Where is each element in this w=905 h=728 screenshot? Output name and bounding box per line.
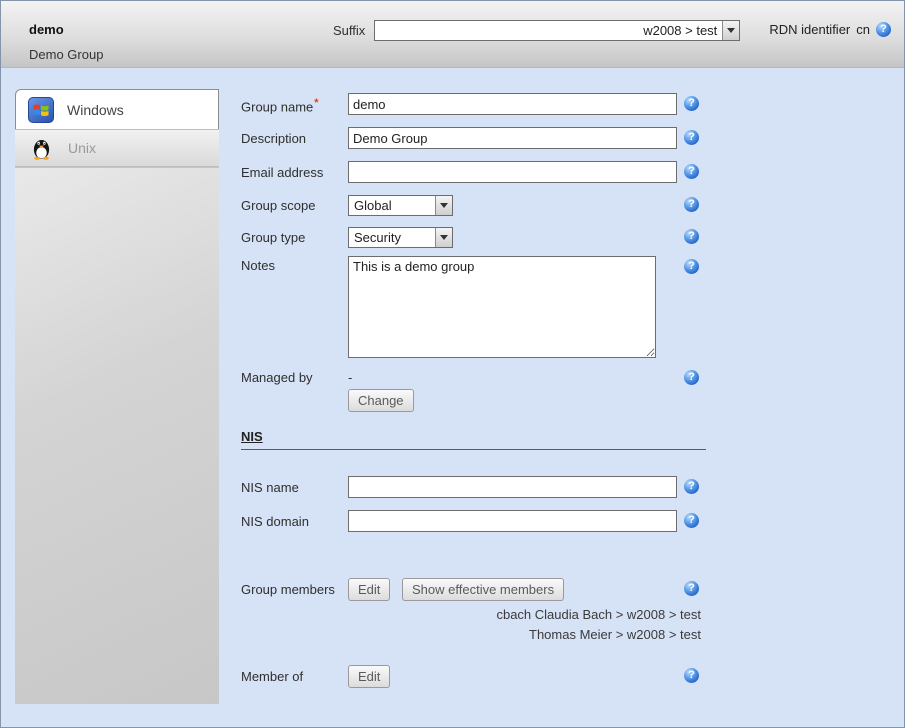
member-of-edit-button[interactable]: Edit [348, 665, 390, 688]
help-icon-rdn[interactable]: ? [876, 22, 891, 37]
tab-unix[interactable]: Unix [15, 129, 219, 167]
description-label: Description [241, 131, 306, 146]
group-name-input[interactable] [348, 93, 677, 115]
email-label: Email address [241, 165, 323, 180]
description-input[interactable] [348, 127, 677, 149]
nis-name-label: NIS name [241, 480, 299, 495]
tux-icon [27, 134, 55, 162]
help-icon-managed-by[interactable]: ? [684, 370, 699, 385]
help-icon-group-type[interactable]: ? [684, 229, 699, 244]
rdn-identifier-label: RDN identifier [769, 22, 850, 37]
tab-unix-label: Unix [68, 140, 96, 156]
suffix-select-value: w2008 > test [375, 23, 722, 38]
group-type-value: Security [349, 230, 435, 245]
group-members-list: cbach Claudia Bach > w2008 > test Thomas… [301, 605, 701, 645]
tab-windows-label: Windows [67, 102, 124, 118]
email-input[interactable] [348, 161, 677, 183]
nis-domain-label: NIS domain [241, 514, 309, 529]
managed-by-label: Managed by [241, 370, 313, 385]
group-type-select[interactable]: Security [348, 227, 453, 248]
help-icon-description[interactable]: ? [684, 130, 699, 145]
rdn-identifier-value: cn [856, 22, 870, 37]
rdn-identifier-group: RDN identifier cn ? [769, 22, 891, 37]
chevron-down-icon [435, 196, 452, 215]
show-effective-members-button[interactable]: Show effective members [402, 578, 564, 601]
sidebar: Windows Unix [15, 89, 219, 704]
help-icon-group-scope[interactable]: ? [684, 197, 699, 212]
required-marker: * [314, 97, 318, 109]
group-members-edit-button[interactable]: Edit [348, 578, 390, 601]
chevron-down-icon [435, 228, 452, 247]
nis-domain-input[interactable] [348, 510, 677, 532]
notes-label: Notes [241, 258, 275, 273]
group-members-label: Group members [241, 582, 335, 597]
group-name-label: Group name* [241, 97, 319, 114]
nis-section-heading: NIS [241, 429, 706, 450]
nis-name-input[interactable] [348, 476, 677, 498]
page-subtitle: Demo Group [29, 47, 103, 62]
tab-windows[interactable]: Windows [15, 89, 219, 129]
group-member-item: cbach Claudia Bach > w2008 > test [301, 605, 701, 625]
member-of-label: Member of [241, 669, 303, 684]
group-member-item: Thomas Meier > w2008 > test [301, 625, 701, 645]
group-edit-window: demo Demo Group Suffix w2008 > test RDN … [0, 0, 905, 728]
help-icon-email[interactable]: ? [684, 164, 699, 179]
group-scope-label: Group scope [241, 198, 315, 213]
page-title: demo [29, 22, 64, 37]
help-icon-member-of[interactable]: ? [684, 668, 699, 683]
suffix-group: Suffix w2008 > test [333, 20, 740, 41]
suffix-label: Suffix [333, 23, 365, 38]
help-icon-group-name[interactable]: ? [684, 96, 699, 111]
managed-by-value: - [348, 370, 352, 385]
notes-textarea[interactable]: This is a demo group [348, 256, 656, 358]
sidebar-panel [15, 167, 219, 704]
windows-logo-icon [28, 97, 54, 123]
chevron-down-icon [722, 21, 739, 40]
change-button[interactable]: Change [348, 389, 414, 412]
header: demo Demo Group Suffix w2008 > test RDN … [1, 1, 904, 68]
help-icon-nis-domain[interactable]: ? [684, 513, 699, 528]
group-scope-value: Global [349, 198, 435, 213]
help-icon-nis-name[interactable]: ? [684, 479, 699, 494]
group-scope-select[interactable]: Global [348, 195, 453, 216]
help-icon-group-members[interactable]: ? [684, 581, 699, 596]
suffix-select[interactable]: w2008 > test [374, 20, 740, 41]
group-type-label: Group type [241, 230, 305, 245]
help-icon-notes[interactable]: ? [684, 259, 699, 274]
